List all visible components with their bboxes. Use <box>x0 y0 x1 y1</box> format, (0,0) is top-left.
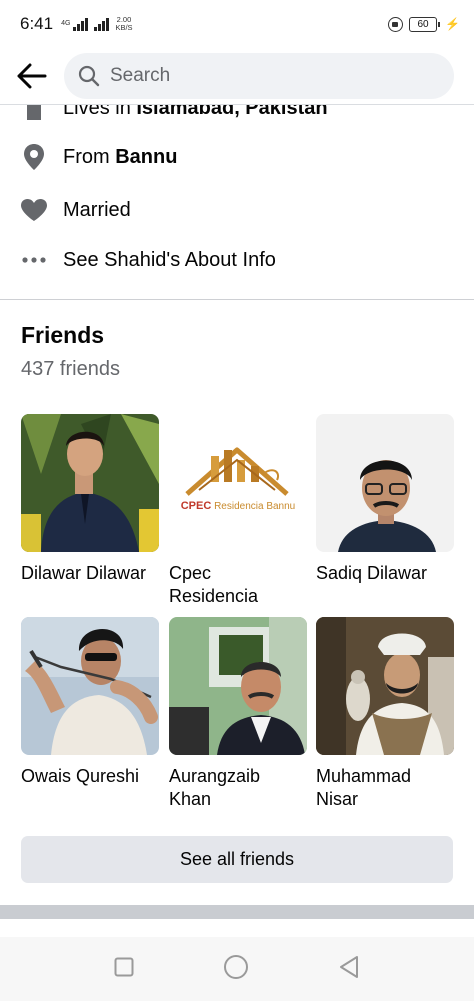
see-about-label: See Shahid's About Info <box>63 248 276 271</box>
battery-level: 60 <box>417 18 429 30</box>
section-divider <box>0 299 474 300</box>
friend-card[interactable]: Dilawar Dilawar <box>21 414 159 585</box>
search-input[interactable]: Search <box>64 53 454 99</box>
square-icon <box>114 957 134 976</box>
friend-name: Owais Qureshi <box>21 766 140 786</box>
friend-photo <box>316 414 454 552</box>
house-logo-icon <box>185 447 289 496</box>
network-label: 4G <box>61 20 71 27</box>
friends-heading: Friends <box>21 322 105 348</box>
search-icon <box>78 65 100 87</box>
network-speed: 2.00 KB/S <box>115 16 132 32</box>
top-bar: Search <box>0 48 474 104</box>
network-speed-unit: KB/S <box>115 23 133 32</box>
relationship-status: Married <box>63 198 131 221</box>
from-place: Bannu <box>115 145 178 168</box>
see-all-friends-button[interactable]: See all friends <box>21 836 453 883</box>
recent-apps-button[interactable] <box>114 957 134 982</box>
friend-name: Sadiq Dilawar <box>316 563 428 583</box>
friend-photo: CPEC Residencia Bannu <box>169 414 307 552</box>
friend-name: Muhammad Nisar <box>316 766 412 809</box>
signal-bars-icon <box>73 17 89 31</box>
logo-text: CPEC Residencia Bannu <box>169 500 307 512</box>
friend-photo <box>21 414 159 552</box>
back-button[interactable] <box>0 48 64 104</box>
about-relationship: Married <box>0 190 474 230</box>
search-placeholder: Search <box>110 65 171 86</box>
friend-card[interactable]: Aurangzaib Khan <box>169 617 307 811</box>
see-about-info-link[interactable]: See Shahid's About Info <box>0 240 474 280</box>
system-nav-bar <box>0 937 474 1001</box>
circle-icon <box>223 954 248 979</box>
section-separator <box>0 905 474 919</box>
friend-card[interactable]: Muhammad Nisar <box>316 617 454 811</box>
from-prefix: From <box>63 145 110 168</box>
triangle-back-icon <box>339 955 358 978</box>
lock-icon <box>388 16 404 32</box>
location-pin-icon <box>20 143 48 171</box>
status-bar: 6:41 4G 2.00 KB/S 60 ⚡ <box>0 0 474 48</box>
friend-photo <box>169 617 307 755</box>
signal-bars-2-icon <box>94 17 110 31</box>
heart-icon <box>20 198 48 222</box>
more-dots-icon <box>20 257 48 263</box>
friend-photo <box>21 617 159 755</box>
charging-icon: ⚡ <box>445 17 460 31</box>
friend-name: Cpec Residencia <box>169 563 259 606</box>
friend-photo <box>316 617 454 755</box>
arrow-left-icon <box>17 63 47 89</box>
friends-count: 437 friends <box>21 358 120 380</box>
signal-indicator: 4G <box>61 17 110 31</box>
friend-name: Aurangzaib Khan <box>169 766 261 809</box>
header-divider <box>0 104 474 105</box>
about-from: From Bannu <box>0 137 474 177</box>
home-button[interactable] <box>223 954 249 985</box>
friend-name: Dilawar Dilawar <box>21 563 147 583</box>
friend-card[interactable]: Owais Qureshi <box>21 617 159 788</box>
logo-sub-text: Residencia Bannu <box>214 501 296 512</box>
system-back-button[interactable] <box>338 955 360 984</box>
status-time: 6:41 <box>20 14 54 33</box>
battery-icon: 60 <box>409 16 441 32</box>
friend-card[interactable]: CPEC Residencia Bannu Cpec Residencia <box>169 414 307 608</box>
logo-main-text: CPEC <box>180 500 212 512</box>
friend-card[interactable]: Sadiq Dilawar <box>316 414 454 585</box>
